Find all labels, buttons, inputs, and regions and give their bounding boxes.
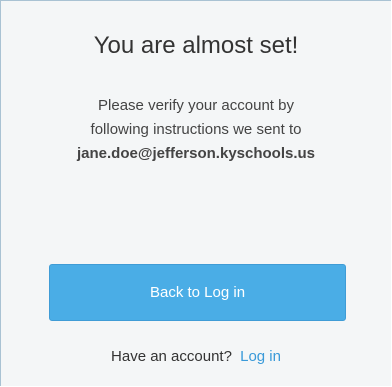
login-link[interactable]: Log in — [240, 348, 281, 365]
message-line-2: following instructions we sent to — [90, 121, 302, 138]
account-prompt: Have an account? Log in — [1, 346, 391, 368]
verification-card: You are almost set! Please verify your a… — [0, 0, 391, 386]
email-address: jane.doe@jefferson.kyschools.us — [76, 145, 316, 162]
back-to-login-button[interactable]: Back to Log in — [49, 264, 346, 321]
message-line-1: Please verify your account by — [98, 97, 294, 114]
page-title: You are almost set! — [93, 32, 299, 59]
verification-message: Please verify your account by following … — [1, 94, 391, 166]
have-account-text: Have an account? — [111, 348, 232, 365]
